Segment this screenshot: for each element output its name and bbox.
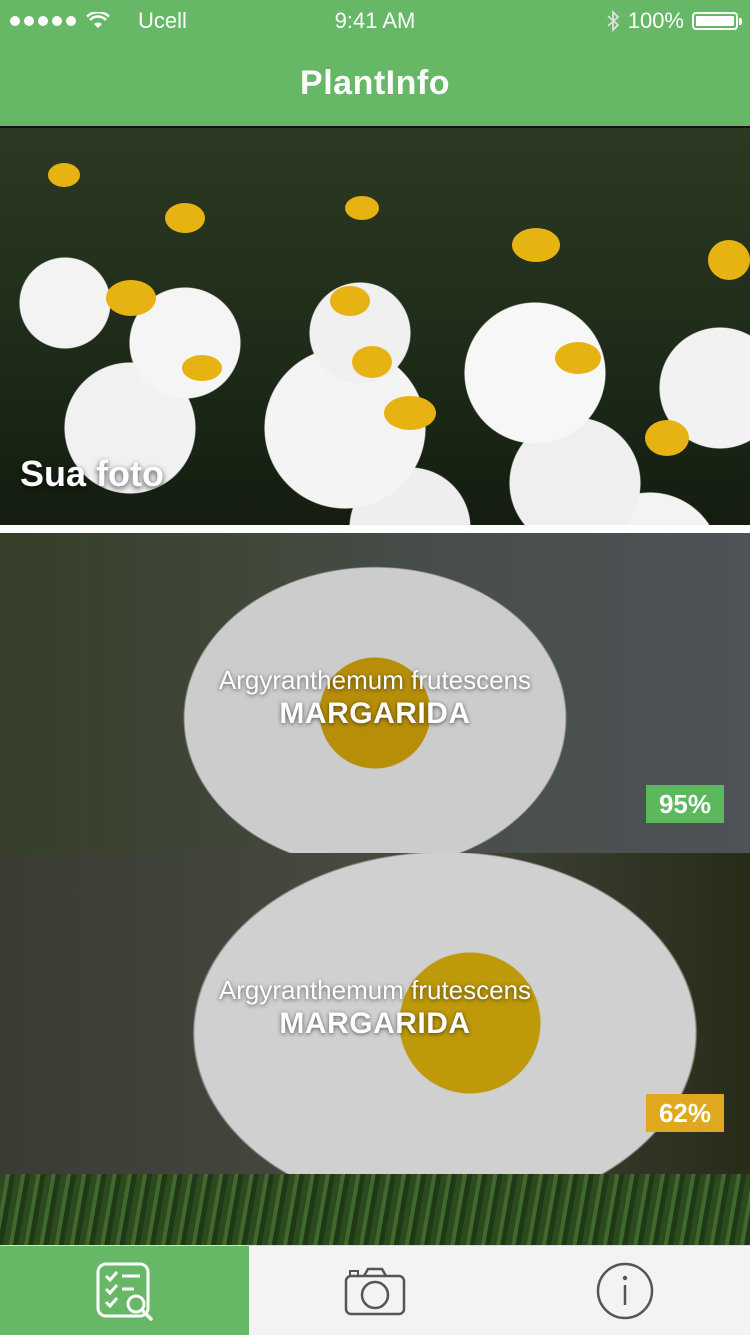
divider <box>0 525 750 533</box>
bluetooth-icon <box>607 10 620 32</box>
user-photo[interactable]: Sua foto <box>0 128 750 525</box>
camera-icon <box>344 1267 405 1315</box>
confidence-badge: 62% <box>646 1094 724 1132</box>
status-right: 100% <box>606 8 742 34</box>
result-card[interactable]: Argyranthemum frutescens MARGARIDA 95% <box>0 533 750 853</box>
scientific-name: Argyranthemum frutescens <box>218 665 532 695</box>
battery-icon <box>692 12 742 30</box>
common-name: MARGARIDA <box>279 697 471 730</box>
info-icon <box>596 1262 654 1319</box>
photo-caption: Sua foto <box>20 453 164 494</box>
tab-bar <box>0 1245 750 1335</box>
tab-results[interactable] <box>0 1246 249 1335</box>
scientific-name: Argyranthemum frutescens <box>218 975 532 1005</box>
battery-percent: 100% <box>627 8 684 33</box>
result-card[interactable]: Argyranthemum frutescens MARGARIDA 62% <box>0 853 750 1174</box>
tab-info[interactable] <box>500 1246 750 1335</box>
app-title: PlantInfo <box>300 63 450 102</box>
tab-camera[interactable] <box>249 1246 500 1335</box>
result-card-partial[interactable] <box>0 1174 750 1246</box>
checklist-search-icon <box>96 1262 153 1321</box>
confidence-badge: 95% <box>646 785 724 823</box>
status-bar: Ucell 9:41 AM 100% <box>0 0 750 40</box>
navigation-bar: PlantInfo <box>0 40 750 126</box>
common-name: MARGARIDA <box>279 1007 471 1040</box>
